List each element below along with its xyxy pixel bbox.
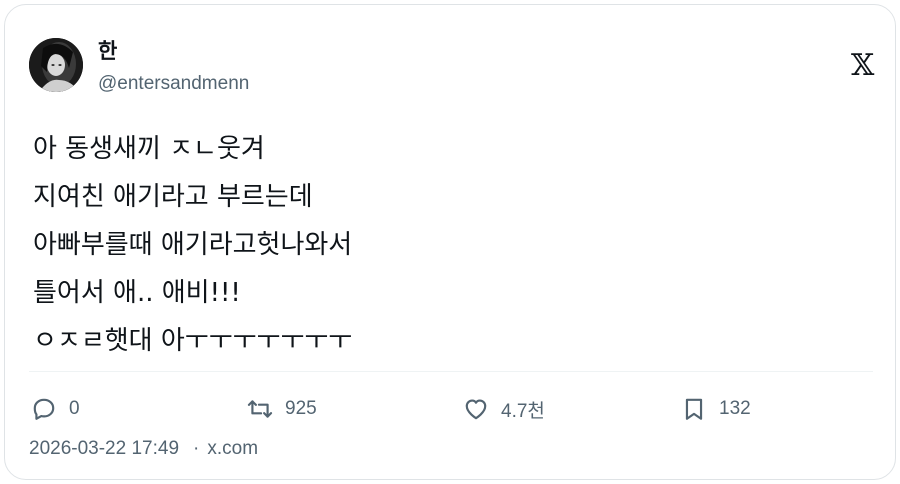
- like-button[interactable]: 4.7천: [463, 393, 545, 425]
- divider: [29, 371, 873, 372]
- avatar-image: [29, 38, 83, 92]
- tweet-line: ㅇㅈㄹ햇대 아ㅜㅜㅜㅜㅜㅜㅜ: [33, 326, 353, 356]
- retweet-button[interactable]: 925: [247, 393, 317, 425]
- tweet-line: 아 동생새끼 ㅈㄴ웃겨: [33, 134, 265, 164]
- reply-count: 0: [69, 398, 80, 419]
- tweet-line: 틀어서 애.. 애비!!!: [33, 278, 241, 308]
- timestamp[interactable]: 2026-03-22 17:49: [29, 438, 179, 460]
- author-handle[interactable]: @entersandmenn: [98, 73, 249, 95]
- like-count: 4.7천: [501, 400, 545, 422]
- meta-separator: ·: [193, 438, 200, 459]
- action-bar: 0 925 4.7천 132: [5, 393, 900, 427]
- heart-icon: [465, 399, 487, 420]
- bookmark-icon: [685, 398, 703, 420]
- tweet-meta: 2026-03-22 17:49 · x.com: [29, 438, 258, 460]
- reply-icon: [33, 398, 55, 420]
- reply-button[interactable]: 0: [31, 393, 80, 425]
- retweet-count: 925: [285, 398, 317, 419]
- source-link[interactable]: x.com: [207, 438, 258, 460]
- author-display-name[interactable]: 한: [98, 35, 117, 65]
- avatar[interactable]: [29, 38, 83, 92]
- tweet-text: 아 동생새끼 ㅈㄴ웃겨 지여친 애기라고 부르는데 아빠부를때 애기라고헛나와서…: [33, 125, 873, 365]
- bookmark-count: 132: [719, 398, 751, 419]
- tweet-line: 아빠부를때 애기라고헛나와서: [33, 230, 353, 260]
- tweet-line: 지여친 애기라고 부르는데: [33, 182, 313, 212]
- tweet-card: 한 @entersandmenn 𝕏 아 동생새끼 ㅈㄴ웃겨 지여친 애기라고 …: [4, 4, 896, 480]
- bookmark-button[interactable]: 132: [681, 393, 751, 425]
- x-logo-icon[interactable]: 𝕏: [851, 51, 875, 81]
- retweet-icon: [247, 400, 273, 418]
